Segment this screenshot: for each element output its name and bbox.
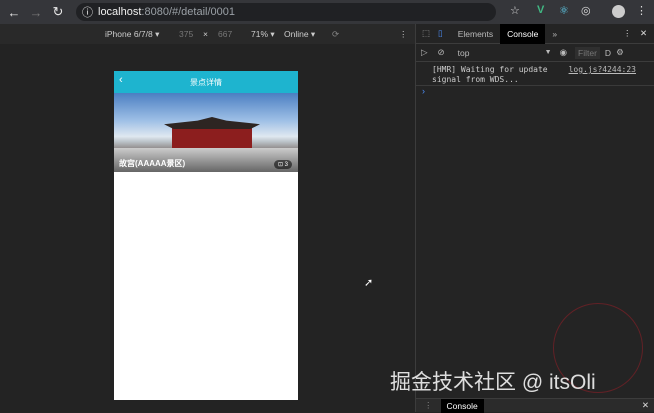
log-source-link[interactable]: log.js?4244:23 [569,65,636,75]
reload-icon[interactable]: ↻ [50,4,66,20]
back-icon[interactable]: ← [6,5,22,20]
photo-count-badge: ⊡ 3 [273,160,292,169]
browser-toolbar: ← → ↻ ⓘ localhost:8080/#/detail/0001 ☆ V… [0,0,654,24]
banner-image[interactable]: 故宫(AAAAA景区) ⊡ 3 [114,93,298,172]
device-toolbar: iPhone 6/7/8 ▾ 375 × 667 71% ▾ Online ▾ … [0,24,415,44]
inspect-icon[interactable]: ⬚ [416,28,436,39]
filter-input[interactable]: Filter [575,46,600,59]
watermark-text: 掘金技术社区 @ itsOli [390,371,596,394]
close-devtools-icon[interactable]: ✕ [640,28,647,39]
context-dropdown-icon[interactable]: ▼ [545,49,552,56]
rotate-icon[interactable]: ⟳ [332,29,339,40]
device-toggle-icon[interactable]: ▯ [436,28,451,39]
close-drawer-icon[interactable]: ✕ [642,400,649,411]
place-title: 故宫(AAAAA景区) [119,159,186,168]
tab-console[interactable]: Console [500,23,546,44]
console-message: [HMR] Waiting for update signal from WDS… [416,62,654,86]
phone-screen: ‹ 景点详情 故宫(AAAAA景区) ⊡ 3 [114,71,298,400]
console-prompt[interactable]: › [416,86,654,96]
console-settings-icon[interactable]: ⚙ [616,47,624,58]
address-bar[interactable]: ⓘ localhost:8080/#/detail/0001 [76,3,496,21]
roof-shape [164,117,260,129]
live-expression-eye-icon[interactable]: ◉ [552,47,575,58]
more-tabs-icon[interactable]: » [545,24,564,44]
mouse-cursor-icon: ➚ [364,277,374,289]
zoom-select[interactable]: 71% ▾ [251,29,275,40]
context-select[interactable]: top [450,48,545,58]
devtools-menu-icon[interactable]: ⋮ [623,28,632,39]
forward-icon[interactable]: → [28,5,44,20]
info-icon: ⓘ [82,7,93,19]
avatar[interactable] [612,5,625,18]
react-devtools-icon[interactable]: ⚛ [559,4,569,17]
page-title: 景点详情 [190,77,222,87]
device-select[interactable]: iPhone 6/7/8 ▾ [105,29,159,40]
clear-console-icon[interactable]: ⊘ [433,47,450,58]
url-host: localhost [98,6,142,18]
log-levels-select[interactable]: D [600,48,616,58]
drawer-tab-console[interactable]: Console [440,398,484,413]
more-options-icon[interactable]: ⋮ [399,29,408,40]
url-path: :8080/#/detail/0001 [141,6,236,18]
extension-icon[interactable]: ◎ [581,4,591,17]
width-input[interactable]: 375 [179,29,193,39]
devtools-tabs: ⬚ ▯ Elements Console » ⋮ ✕ [416,23,654,44]
tab-elements[interactable]: Elements [451,24,500,44]
drawer-menu-icon[interactable]: ⋮ [416,400,441,411]
bookmark-star-icon[interactable]: ☆ [510,4,520,17]
menu-icon[interactable]: ⋮ [636,4,647,17]
dimension-separator: × [203,29,208,39]
network-select[interactable]: Online ▾ [284,29,315,40]
sidebar-toggle-icon[interactable]: ▷ [416,47,433,58]
height-input[interactable]: 667 [218,29,232,39]
console-filter-bar: ▷ ⊘ top ▼ ◉ Filter D ⚙ [416,44,654,62]
page-header: ‹ 景点详情 [114,71,298,93]
log-text-line2: signal from WDS... [432,75,519,84]
back-button[interactable]: ‹ [119,74,123,86]
devtools-drawer: ⋮ Console ✕ [416,398,654,413]
vue-devtools-icon[interactable]: V [537,4,544,16]
